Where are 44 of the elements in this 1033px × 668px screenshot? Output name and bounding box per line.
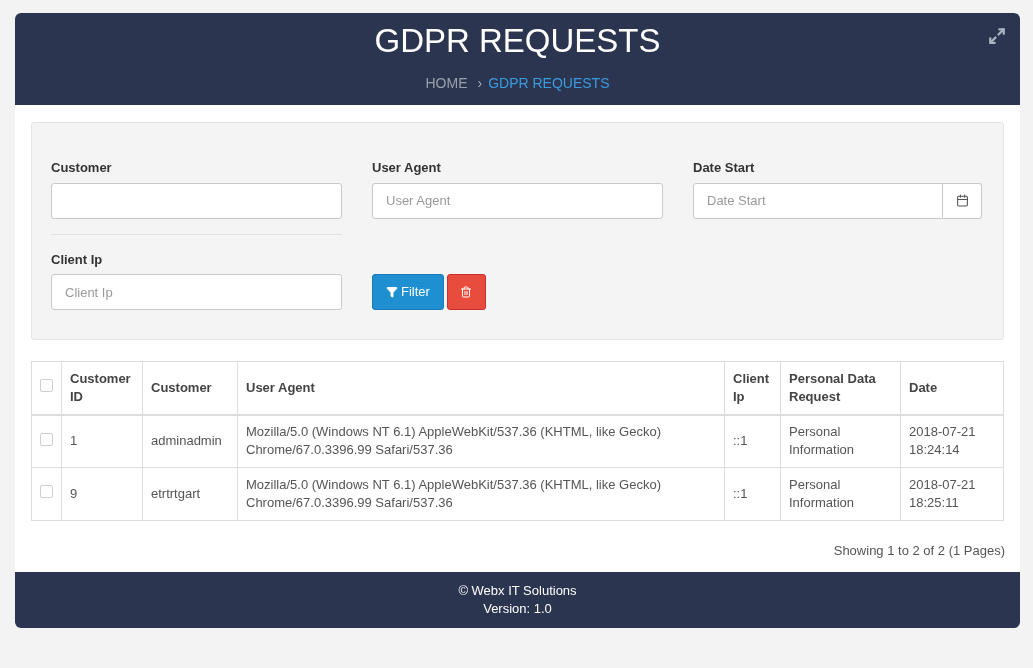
column-header: User Agent bbox=[237, 361, 725, 415]
field-label: Client Ip bbox=[51, 250, 104, 269]
column-header: Customer bbox=[142, 361, 238, 415]
column-header: Personal Data Request bbox=[780, 361, 901, 415]
column-header: Date bbox=[900, 361, 1004, 415]
table-cell: 2018-07-21 18:24:14 bbox=[900, 414, 1004, 468]
trash-icon bbox=[460, 286, 473, 298]
table-cell: 9 bbox=[61, 467, 143, 521]
text-field[interactable]: User Agent bbox=[372, 182, 663, 219]
filter-icon bbox=[386, 286, 398, 298]
breadcrumb-separator: › bbox=[477, 74, 483, 93]
calendar-button[interactable] bbox=[943, 182, 982, 219]
pagination-info: Showing 1 to 2 of 2 (1 Pages) bbox=[833, 542, 1005, 560]
table-cell: ::1 bbox=[724, 467, 781, 521]
copyright-text: © Webx IT Solutions bbox=[458, 582, 577, 600]
text-field[interactable] bbox=[51, 182, 342, 219]
checkbox[interactable] bbox=[40, 485, 53, 499]
page-title: GDPR REQUESTS bbox=[374, 21, 661, 61]
date-field[interactable]: Date Start bbox=[693, 182, 943, 219]
calendar-icon bbox=[955, 194, 969, 207]
field-label: User Agent bbox=[372, 159, 442, 177]
table-cell: Personal Information bbox=[780, 414, 901, 468]
breadcrumb-link[interactable]: HOME bbox=[425, 73, 468, 94]
field-label: Customer bbox=[51, 159, 113, 177]
table-cell: Mozilla/5.0 (Windows NT 6.1) AppleWebKit/537.36 (KHTML, like Gecko) Chrome/67.0.3396.99 Safari/537.36 bbox=[237, 467, 725, 521]
expand-icon bbox=[988, 27, 1006, 45]
fullscreen-button[interactable] bbox=[988, 27, 1006, 45]
filter-button[interactable]: Filter bbox=[372, 274, 444, 310]
checkbox[interactable] bbox=[40, 379, 53, 392]
field-label: Date Start bbox=[693, 159, 756, 177]
table-cell: ::1 bbox=[724, 414, 781, 468]
table-cell: 1 bbox=[61, 414, 143, 468]
text-field[interactable]: Client Ip bbox=[51, 274, 342, 310]
table-cell: 2018-07-21 18:25:11 bbox=[900, 467, 1004, 521]
column-header: Client Ip bbox=[724, 361, 781, 415]
table-cell: etrtrtgart bbox=[142, 467, 238, 521]
checkbox[interactable] bbox=[40, 432, 53, 446]
version-text: Version: 1.0 bbox=[483, 600, 552, 618]
breadcrumb-link[interactable]: GDPR REQUESTS bbox=[488, 73, 610, 94]
table-cell: Personal Information bbox=[780, 467, 901, 521]
table-cell: adminadmin bbox=[142, 414, 238, 468]
column-header: Customer ID bbox=[61, 361, 143, 415]
delete-button[interactable] bbox=[446, 274, 486, 310]
table-cell: Mozilla/5.0 (Windows NT 6.1) AppleWebKit/537.36 (KHTML, like Gecko) Chrome/67.0.3396.99 Safari/537.36 bbox=[237, 414, 725, 468]
